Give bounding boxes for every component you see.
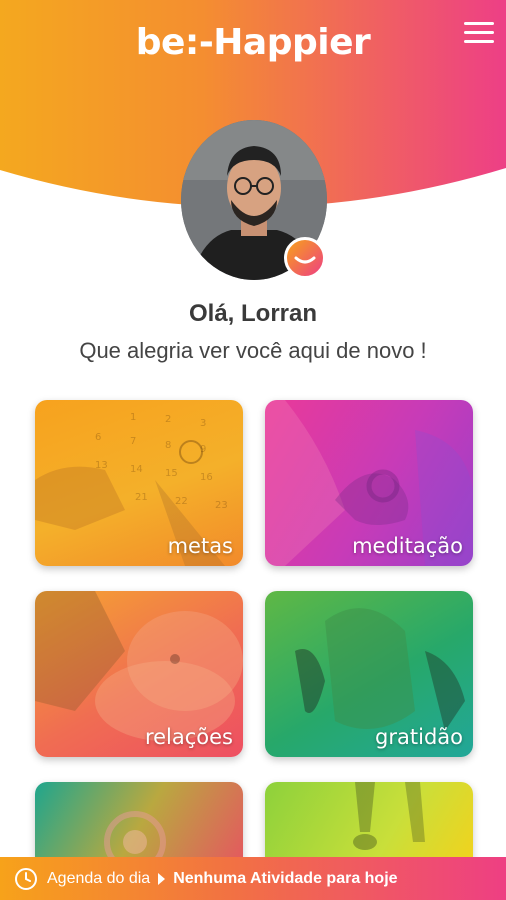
agenda-label: Agenda do dia [47,869,151,887]
agenda-status: Nenhuma Atividade para hoje [173,869,398,887]
clock-icon [15,867,37,890]
svg-text:6: 6 [95,432,101,443]
category-card-meditacao[interactable]: meditação [265,400,473,566]
svg-text:7: 7 [130,436,136,447]
profile-avatar-group [181,120,327,282]
card-label: gratidão [375,725,463,749]
svg-text:2: 2 [165,414,171,425]
greeting-subtitle: Que alegria ver você aqui de novo ! [79,338,427,363]
agenda-bar[interactable]: Agenda do dia Nenhuma Atividade para hoj… [0,857,506,900]
card-label: relações [144,725,233,749]
svg-text:1: 1 [130,412,136,423]
svg-text:8: 8 [165,440,171,451]
hamburger-menu-icon[interactable] [464,22,494,48]
category-card-relacoes[interactable]: relações [35,591,243,757]
svg-text:3: 3 [200,418,206,429]
smile-icon [284,237,326,279]
card-label: meditação [352,534,463,558]
svg-text:14: 14 [130,464,143,475]
greeting-title: Olá, Lorran [188,300,318,327]
category-card-metas[interactable]: 123 6789 13 14 15 16 21 22 23 metas [35,400,243,566]
card-label: metas [167,534,233,558]
category-card-gratidao[interactable]: gratidão [265,591,473,757]
svg-text:15: 15 [165,468,178,479]
chevron-right-icon [158,872,166,885]
app-logo: be:-Happier [135,22,371,63]
svg-text:22: 22 [175,496,188,507]
svg-text:16: 16 [200,472,213,483]
svg-text:21: 21 [135,492,148,503]
svg-text:23: 23 [215,500,228,511]
